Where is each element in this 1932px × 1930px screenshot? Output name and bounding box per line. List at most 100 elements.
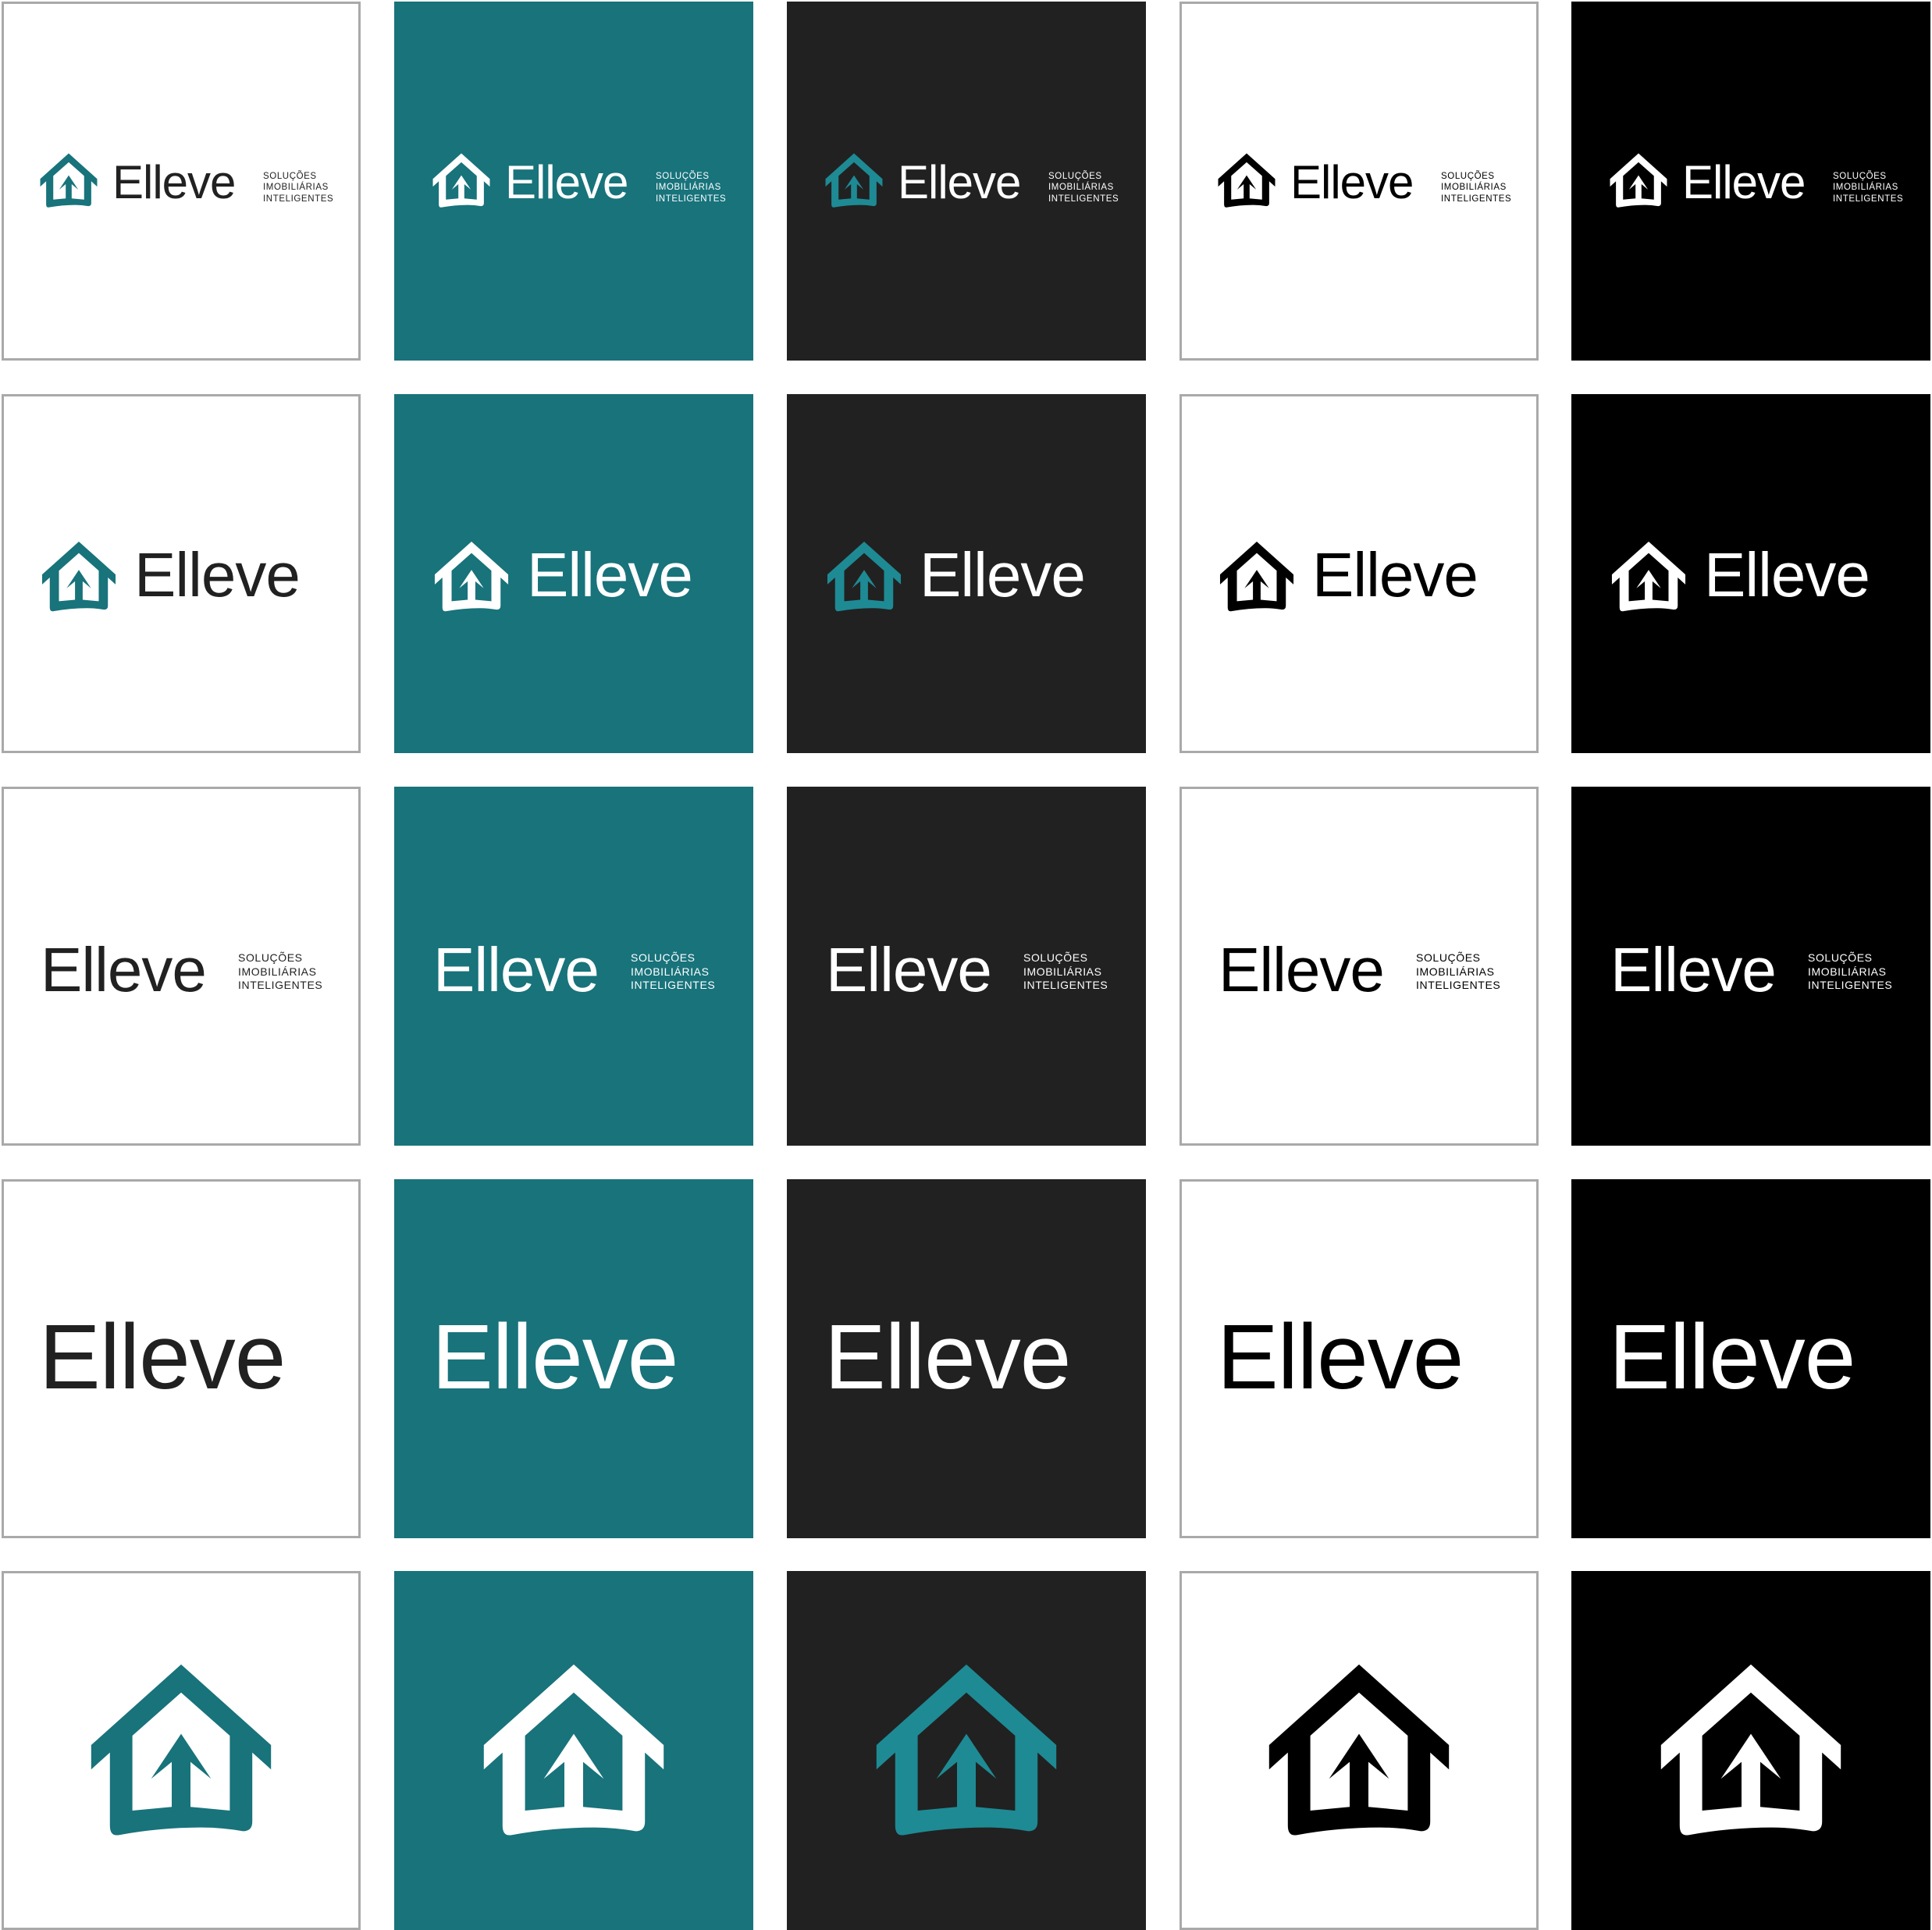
brand-wordmark: Elleve <box>920 540 1086 610</box>
tagline-line: IMOBILIÁRIAS <box>1808 965 1887 978</box>
house-arrow-icon <box>41 540 117 617</box>
tagline-line: IMOBILIÁRIAS <box>1416 965 1495 978</box>
tagline-line: IMOBILIÁRIAS <box>1023 965 1102 978</box>
logo-tile-icon-teal <box>394 1571 753 1930</box>
brand-wordmark: Elleve <box>1217 1306 1464 1409</box>
tagline-line: IMOBILIÁRIAS <box>238 965 317 978</box>
tagline-line: INTELIGENTES <box>1048 194 1119 204</box>
logo-tile-wordmark-white-mono: Elleve <box>1179 1179 1539 1538</box>
brand-tagline: SOLUÇÕES IMOBILIÁRIAS INTELIGENTES <box>1048 171 1119 204</box>
brand-wordmark: Elleve <box>527 540 693 610</box>
logo-tile-icon-wordmark-black: Elleve <box>1571 394 1930 753</box>
logo-variations-grid: Elleve SOLUÇÕES IMOBILIÁRIAS INTELIGENTE… <box>0 0 1932 1930</box>
brand-wordmark: Elleve <box>39 1306 286 1409</box>
logo-tile-full-horizontal-white: Elleve SOLUÇÕES IMOBILIÁRIAS INTELIGENTES <box>2 2 361 361</box>
tagline-line: SOLUÇÕES <box>263 172 317 181</box>
brand-wordmark: Elleve <box>1312 540 1478 610</box>
tagline-line: INTELIGENTES <box>263 194 334 204</box>
house-arrow-icon <box>873 1661 1060 1848</box>
logo-tile-wordmark-charcoal: Elleve <box>787 1179 1146 1538</box>
tagline-line: INTELIGENTES <box>656 194 727 204</box>
tagline-line: INTELIGENTES <box>1808 979 1893 991</box>
logo-tile-icon-black <box>1571 1571 1930 1930</box>
tagline-line: INTELIGENTES <box>1023 979 1108 991</box>
house-arrow-icon <box>1219 540 1295 617</box>
house-arrow-icon <box>1657 1661 1845 1848</box>
logo-tile-icon-charcoal <box>787 1571 1146 1930</box>
logo-tile-icon-wordmark-teal: Elleve <box>394 394 753 753</box>
brand-wordmark: Elleve <box>134 540 301 610</box>
logo-tile-icon-wordmark-charcoal: Elleve <box>787 394 1146 753</box>
logo-tile-wordmark-tagline-charcoal: Elleve SOLUÇÕES IMOBILIÁRIAS INTELIGENTES <box>787 787 1146 1146</box>
brand-wordmark: Elleve <box>1609 1306 1856 1409</box>
brand-wordmark: Elleve <box>432 1306 678 1409</box>
tagline-line: SOLUÇÕES <box>1416 951 1481 964</box>
logo-tile-wordmark-tagline-teal: Elleve SOLUÇÕES IMOBILIÁRIAS INTELIGENTES <box>394 787 753 1146</box>
tagline-line: IMOBILIÁRIAS <box>631 965 710 978</box>
brand-wordmark: Elleve <box>1610 935 1777 1004</box>
brand-wordmark: Elleve <box>1682 156 1806 208</box>
tagline-line: IMOBILIÁRIAS <box>1833 183 1898 193</box>
brand-tagline: SOLUÇÕES IMOBILIÁRIAS INTELIGENTES <box>1808 951 1892 993</box>
logo-tile-wordmark-white: Elleve <box>2 1179 361 1538</box>
tagline-line: INTELIGENTES <box>238 979 323 991</box>
brand-wordmark: Elleve <box>1704 540 1870 610</box>
logo-tile-full-horizontal-teal: Elleve SOLUÇÕES IMOBILIÁRIAS INTELIGENTES <box>394 2 753 361</box>
tagline-line: IMOBILIÁRIAS <box>656 183 721 193</box>
tagline-line: SOLUÇÕES <box>1833 172 1887 181</box>
brand-wordmark: Elleve <box>898 156 1021 208</box>
tagline-line: SOLUÇÕES <box>1441 172 1495 181</box>
brand-tagline: SOLUÇÕES IMOBILIÁRIAS INTELIGENTES <box>1441 171 1511 204</box>
house-arrow-icon <box>1265 1661 1453 1848</box>
brand-wordmark: Elleve <box>1219 935 1385 1004</box>
brand-wordmark: Elleve <box>433 935 600 1004</box>
brand-wordmark: Elleve <box>505 156 628 208</box>
house-arrow-icon <box>39 152 98 211</box>
tagline-line: SOLUÇÕES <box>1023 951 1088 964</box>
logo-tile-icon-white-mono <box>1179 1571 1539 1930</box>
logo-tile-wordmark-teal: Elleve <box>394 1179 753 1538</box>
brand-wordmark: Elleve <box>1290 156 1414 208</box>
logo-tile-icon-white <box>2 1571 361 1930</box>
tagline-line: SOLUÇÕES <box>1808 951 1873 964</box>
house-arrow-icon <box>433 540 510 617</box>
tagline-line: IMOBILIÁRIAS <box>1441 183 1507 193</box>
brand-tagline: SOLUÇÕES IMOBILIÁRIAS INTELIGENTES <box>631 951 715 993</box>
tagline-line: INTELIGENTES <box>1416 979 1501 991</box>
logo-tile-full-horizontal-white-mono: Elleve SOLUÇÕES IMOBILIÁRIAS INTELIGENTES <box>1179 2 1539 361</box>
logo-tile-wordmark-tagline-white: Elleve SOLUÇÕES IMOBILIÁRIAS INTELIGENTES <box>2 787 361 1146</box>
tagline-line: INTELIGENTES <box>1833 194 1904 204</box>
brand-tagline: SOLUÇÕES IMOBILIÁRIAS INTELIGENTES <box>263 171 333 204</box>
tagline-line: SOLUÇÕES <box>1048 172 1102 181</box>
logo-tile-wordmark-tagline-black: Elleve SOLUÇÕES IMOBILIÁRIAS INTELIGENTES <box>1571 787 1930 1146</box>
logo-tile-icon-wordmark-white: Elleve <box>2 394 361 753</box>
logo-tile-wordmark-black: Elleve <box>1571 1179 1930 1538</box>
logo-tile-full-horizontal-charcoal: Elleve SOLUÇÕES IMOBILIÁRIAS INTELIGENTES <box>787 2 1146 361</box>
house-arrow-icon <box>87 1661 275 1848</box>
tagline-line: IMOBILIÁRIAS <box>1048 183 1114 193</box>
house-arrow-icon <box>826 540 902 617</box>
brand-tagline: SOLUÇÕES IMOBILIÁRIAS INTELIGENTES <box>238 951 322 993</box>
tagline-line: IMOBILIÁRIAS <box>263 183 329 193</box>
brand-wordmark: Elleve <box>41 935 207 1004</box>
tagline-line: SOLUÇÕES <box>238 951 303 964</box>
logo-tile-icon-wordmark-white-mono: Elleve <box>1179 394 1539 753</box>
brand-wordmark: Elleve <box>112 156 236 208</box>
brand-wordmark: Elleve <box>824 1306 1071 1409</box>
tagline-line: SOLUÇÕES <box>631 951 696 964</box>
tagline-line: SOLUÇÕES <box>656 172 710 181</box>
tagline-line: INTELIGENTES <box>631 979 716 991</box>
brand-tagline: SOLUÇÕES IMOBILIÁRIAS INTELIGENTES <box>1833 171 1903 204</box>
tagline-line: INTELIGENTES <box>1441 194 1512 204</box>
house-arrow-icon <box>432 152 491 211</box>
brand-wordmark: Elleve <box>826 935 992 1004</box>
logo-tile-wordmark-tagline-white-mono: Elleve SOLUÇÕES IMOBILIÁRIAS INTELIGENTES <box>1179 787 1539 1146</box>
brand-tagline: SOLUÇÕES IMOBILIÁRIAS INTELIGENTES <box>1023 951 1108 993</box>
house-arrow-icon <box>1609 152 1668 211</box>
house-arrow-icon <box>480 1661 667 1848</box>
logo-tile-full-horizontal-black: Elleve SOLUÇÕES IMOBILIÁRIAS INTELIGENTES <box>1571 2 1930 361</box>
house-arrow-icon <box>1217 152 1276 211</box>
brand-tagline: SOLUÇÕES IMOBILIÁRIAS INTELIGENTES <box>1416 951 1500 993</box>
brand-tagline: SOLUÇÕES IMOBILIÁRIAS INTELIGENTES <box>656 171 726 204</box>
house-arrow-icon <box>1610 540 1687 617</box>
